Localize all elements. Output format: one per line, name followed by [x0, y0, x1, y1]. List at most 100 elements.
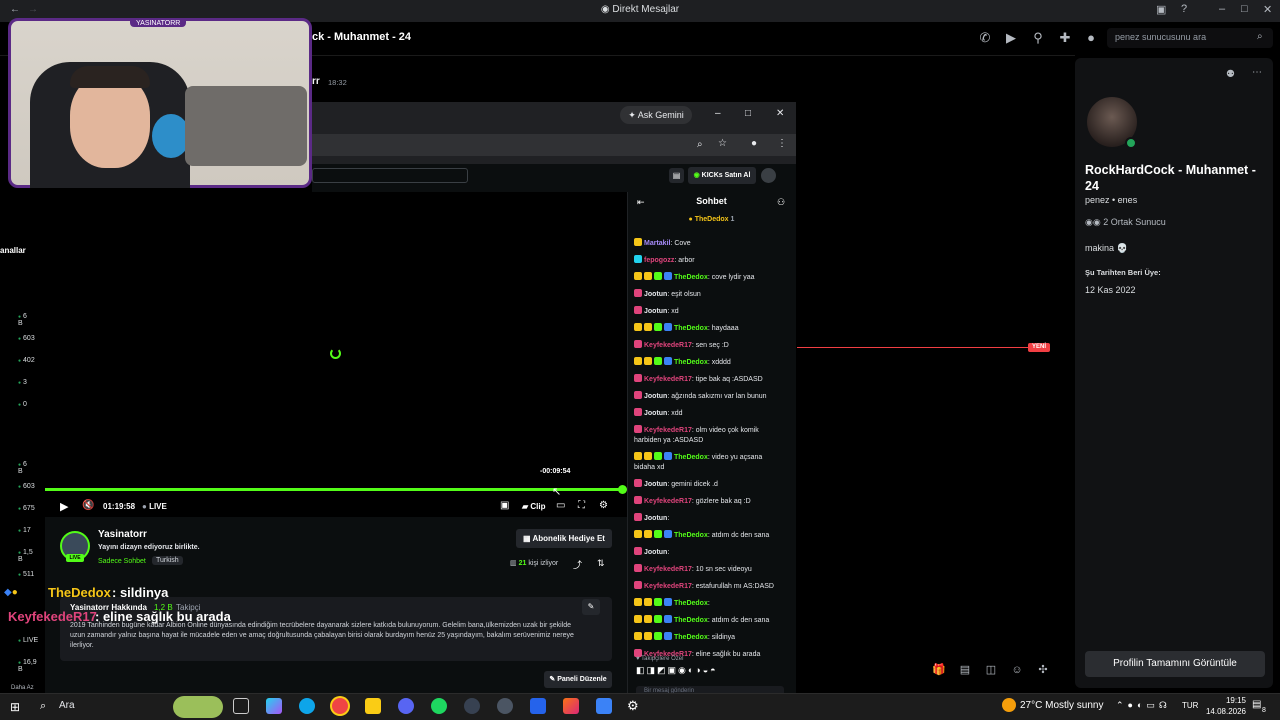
- chat-username[interactable]: TheDedox: [674, 634, 708, 641]
- streamer-name[interactable]: Yasinatorr: [98, 529, 147, 540]
- zoom-icon[interactable]: ⌕: [697, 139, 703, 150]
- chat-username[interactable]: KeyfekedeR17: [644, 498, 692, 505]
- chat-username[interactable]: KeyfekedeR17: [644, 566, 692, 573]
- maximize-icon[interactable]: □: [1241, 3, 1248, 15]
- emoji-icon[interactable]: ☺: [1008, 664, 1026, 676]
- more-icon[interactable]: ⋯: [1252, 67, 1262, 78]
- chat-badge-icon: [644, 272, 652, 280]
- search-input[interactable]: penez sunucusunu ara: [1107, 28, 1273, 48]
- chat-username[interactable]: Jootun: [644, 481, 667, 488]
- gift-sub-button[interactable]: ▦ Abonelik Hediye Et: [516, 529, 612, 548]
- explorer-icon[interactable]: [365, 698, 381, 714]
- chat-username[interactable]: Martakil: [644, 240, 670, 247]
- input-language[interactable]: TUR: [1182, 701, 1198, 710]
- buy-kicks-button[interactable]: ◉ KICKs Satın Al: [688, 167, 756, 184]
- help-icon[interactable]: ?: [1181, 3, 1187, 15]
- more-options-icon[interactable]: ⇅: [597, 558, 605, 569]
- profile-toggle-icon[interactable]: ●: [1083, 30, 1099, 46]
- mutual-servers[interactable]: ◉◉ 2 Ortak Sunucu: [1085, 217, 1166, 228]
- chat-username[interactable]: KeyfekedeR17: [644, 583, 692, 590]
- app-icon[interactable]: [596, 698, 612, 714]
- settings-gear-icon[interactable]: ⚙: [599, 500, 608, 511]
- gift-icon[interactable]: 🎁: [930, 663, 948, 676]
- browser-maximize-icon[interactable]: □: [745, 108, 751, 119]
- library-icon[interactable]: ▤: [669, 168, 684, 183]
- copilot-icon[interactable]: [266, 698, 282, 714]
- taskbar-search[interactable]: Ara: [31, 696, 171, 717]
- close-icon[interactable]: ✕: [1263, 3, 1272, 16]
- pinned-gifter[interactable]: ● TheDedox 1: [627, 216, 796, 223]
- chat-username[interactable]: Jootun: [644, 549, 667, 556]
- sticker-icon[interactable]: ◫: [982, 663, 1000, 676]
- edit-panels-button[interactable]: ✎ Paneli Düzenle: [544, 671, 612, 688]
- chat-username[interactable]: TheDedox: [674, 359, 708, 366]
- chat-username[interactable]: TheDedox: [674, 532, 708, 539]
- app-icon[interactable]: [530, 698, 546, 714]
- stream-tag[interactable]: Turkish: [152, 556, 183, 565]
- view-full-profile-button[interactable]: Profilin Tamamını Görüntüle: [1085, 651, 1265, 677]
- task-view-icon[interactable]: [233, 698, 249, 714]
- chat-username[interactable]: KeyfekedeR17: [644, 427, 692, 434]
- chat-username[interactable]: TheDedox: [674, 325, 708, 332]
- browser-close-icon[interactable]: ✕: [776, 108, 784, 119]
- play-icon[interactable]: ▶: [60, 500, 68, 513]
- clock[interactable]: 19:15 14.08.2026: [1200, 695, 1246, 717]
- add-member-icon[interactable]: ✚: [1057, 30, 1073, 46]
- call-icon[interactable]: ✆: [977, 30, 993, 46]
- add-friend-icon[interactable]: ⚉: [1226, 69, 1235, 80]
- settings-icon[interactable]: ⚙: [627, 698, 639, 714]
- bookmark-star-icon[interactable]: ☆: [718, 138, 727, 149]
- live-indicator[interactable]: ● LIVE: [142, 502, 167, 511]
- clip-button[interactable]: ▰ Clip: [522, 502, 545, 511]
- kick-search-input[interactable]: [312, 168, 468, 183]
- share-icon[interactable]: ⤴: [573, 558, 582, 571]
- windows-start-icon[interactable]: ⊞: [10, 700, 20, 714]
- widget-icon[interactable]: [173, 696, 223, 718]
- chat-username[interactable]: Jootun: [644, 410, 667, 417]
- spotify-icon[interactable]: [431, 698, 447, 714]
- chat-username[interactable]: KeyfekedeR17: [644, 376, 692, 383]
- browser-profile-icon[interactable]: ●: [751, 138, 757, 149]
- minimize-icon[interactable]: –: [1219, 3, 1225, 15]
- weather[interactable]: 27°C Mostly sunny: [1020, 700, 1103, 711]
- emote-row[interactable]: ◧◨◩▣◉◐◑◒◓: [636, 665, 718, 676]
- stream-category[interactable]: Sadece Sohbet: [98, 558, 146, 565]
- chat-username[interactable]: Jootun: [644, 308, 667, 315]
- user-avatar[interactable]: [761, 168, 776, 183]
- volume-muted-icon[interactable]: 🔇: [82, 500, 94, 511]
- obs-icon[interactable]: [464, 698, 480, 714]
- inbox-icon[interactable]: ▣: [1156, 3, 1166, 16]
- browser-minimize-icon[interactable]: –: [715, 108, 721, 119]
- chat-username[interactable]: Jootun: [644, 515, 667, 522]
- chat-username[interactable]: TheDedox: [674, 274, 708, 281]
- notification-icon[interactable]: ▤: [1252, 699, 1261, 710]
- dm-message-author[interactable]: rr: [312, 76, 320, 87]
- seek-thumb[interactable]: [618, 485, 627, 494]
- chat-username[interactable]: Jootun: [644, 393, 667, 400]
- ask-gemini-button[interactable]: ✦ Ask Gemini: [620, 106, 692, 124]
- chat-username[interactable]: TheDedox: [674, 600, 708, 607]
- show-less-link[interactable]: Daha Az: [11, 685, 34, 691]
- video-icon[interactable]: ▶: [1003, 30, 1019, 46]
- theatre-icon[interactable]: ▭: [556, 500, 565, 511]
- gif-icon[interactable]: ▤: [956, 663, 974, 676]
- chat-username[interactable]: Jootun: [644, 291, 667, 298]
- edge-icon[interactable]: [299, 698, 315, 714]
- app-icon[interactable]: [497, 698, 513, 714]
- discord-icon[interactable]: [398, 698, 414, 714]
- app-icon[interactable]: [563, 698, 579, 714]
- chat-username[interactable]: TheDedox: [674, 617, 708, 624]
- pip-icon[interactable]: ▣: [500, 500, 509, 511]
- fullscreen-icon[interactable]: ⛶: [578, 500, 585, 511]
- edit-pencil-icon[interactable]: ✎: [582, 599, 600, 615]
- apps-icon[interactable]: ✣: [1034, 663, 1052, 676]
- chat-username[interactable]: fepogozz: [644, 257, 674, 264]
- seek-bar[interactable]: [45, 488, 623, 491]
- chrome-icon[interactable]: [332, 698, 348, 714]
- chat-username[interactable]: KeyfekedeR17: [644, 342, 692, 349]
- pin-icon[interactable]: ⚲: [1030, 30, 1046, 46]
- browser-menu-icon[interactable]: ⋮: [777, 138, 787, 149]
- chat-username[interactable]: TheDedox: [674, 454, 708, 461]
- tray-icons[interactable]: ⌃●◐▭☊: [1116, 700, 1171, 711]
- chat-users-icon[interactable]: ⚇: [777, 197, 785, 208]
